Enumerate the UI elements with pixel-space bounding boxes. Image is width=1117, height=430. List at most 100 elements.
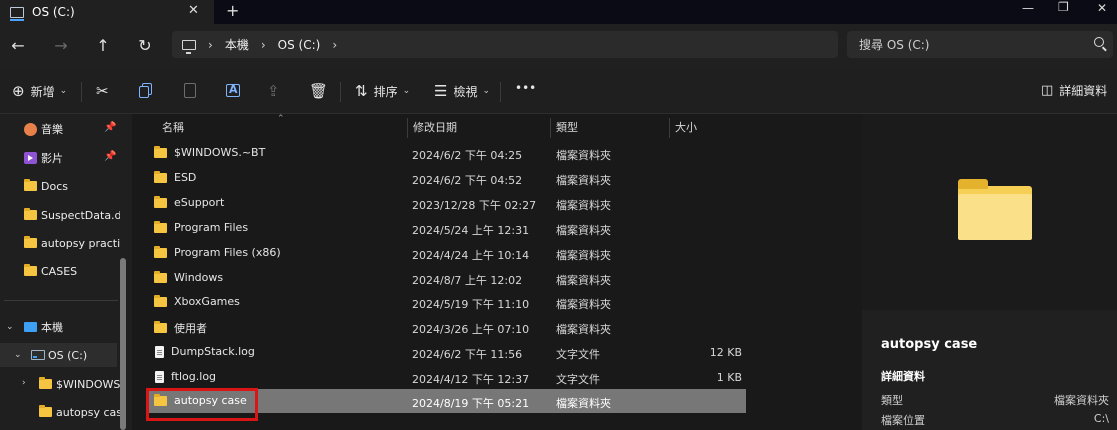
- folder-icon: [154, 220, 167, 233]
- navigation-pane: 音樂 📌 影片 📌 Docs SuspectData.dc autopsy pr…: [0, 114, 132, 430]
- tab-strip: OS (C:) ✕ + — ❐ ✕: [0, 0, 1117, 24]
- minimize-button[interactable]: —: [1022, 1, 1034, 15]
- search-icon[interactable]: [1094, 37, 1104, 47]
- sidebar-item-this-pc[interactable]: ⌄ 本機: [0, 315, 120, 339]
- drive-icon: [31, 350, 45, 360]
- close-tab-icon[interactable]: ✕: [188, 3, 199, 18]
- file-row[interactable]: 使用者 2024/3/26 上午 07:10 檔案資料夾: [146, 315, 746, 339]
- refresh-button[interactable]: ↻: [135, 36, 155, 55]
- column-header-name[interactable]: 名稱: [157, 114, 407, 140]
- rename-button[interactable]: A: [224, 82, 242, 100]
- rename-icon-letter: A: [229, 83, 238, 96]
- file-row[interactable]: Program Files (x86) 2024/4/24 上午 10:14 檔…: [146, 241, 746, 265]
- list-view-icon: ☰: [434, 82, 448, 100]
- sidebar-item-os-c[interactable]: ⌄ OS (C:): [0, 343, 117, 367]
- sidebar-item-label: OS (C:): [48, 348, 88, 362]
- file-modified: 2024/3/26 上午 07:10: [412, 323, 530, 336]
- details-pane-icon: ◫: [1041, 83, 1054, 98]
- sidebar-item-label: $WINDOWS: [56, 377, 120, 391]
- details-pane-button[interactable]: ◫ 詳細資料: [1041, 82, 1107, 99]
- more-options-button[interactable]: •••: [515, 81, 536, 95]
- monitor-icon: [24, 322, 37, 332]
- sidebar-item-videos[interactable]: 影片 📌: [0, 146, 120, 170]
- search-box[interactable]: [847, 31, 1113, 58]
- file-type: 檔案資料夾: [556, 397, 611, 410]
- up-button[interactable]: ↑: [93, 36, 113, 55]
- folder-icon: [24, 236, 37, 248]
- tab-os-c[interactable]: OS (C:) ✕: [0, 0, 214, 24]
- file-modified: 2024/4/12 下午 12:37: [412, 373, 530, 386]
- paste-icon: [184, 83, 196, 98]
- sidebar-item-music[interactable]: 音樂 📌: [0, 117, 120, 141]
- scissors-icon: ✂: [96, 82, 109, 100]
- chevron-down-icon[interactable]: ⌄: [6, 322, 14, 332]
- sidebar-scrollbar[interactable]: [120, 258, 126, 430]
- sidebar-item-autopsy-case[interactable]: autopsy case: [0, 400, 120, 424]
- music-icon: [24, 122, 37, 136]
- chevron-down-icon: ⌄: [59, 86, 68, 96]
- copy-button[interactable]: [138, 82, 156, 100]
- file-row[interactable]: Windows 2024/8/7 上午 12:02 檔案資料夾: [146, 266, 746, 290]
- computer-icon: [182, 39, 196, 54]
- share-icon: ⇪: [267, 82, 280, 100]
- details-prop-label: 檔案位置: [881, 414, 925, 427]
- folder-icon: [154, 321, 167, 333]
- file-name: Program Files: [174, 221, 249, 234]
- folder-icon: [154, 170, 167, 183]
- paste-button[interactable]: [181, 82, 199, 100]
- copy-icon-back: [139, 86, 149, 98]
- breadcrumb-this-pc[interactable]: 本機: [225, 36, 249, 53]
- file-type: 檔案資料夾: [556, 298, 611, 311]
- chevron-right-icon[interactable]: ›: [332, 38, 337, 52]
- sidebar-item-suspectdata[interactable]: SuspectData.dc: [0, 203, 120, 227]
- details-label: 詳細資料: [1059, 84, 1108, 98]
- file-list: ⌃ 名稱 修改日期 類型 大小 $WINDOWS.~BT 2024/6/2 下午…: [132, 114, 860, 430]
- folder-icon: [24, 264, 37, 276]
- sidebar-item-label: 影片: [41, 152, 63, 165]
- details-preview: [862, 114, 1117, 310]
- column-header-label: 修改日期: [413, 121, 457, 134]
- column-header-modified[interactable]: 修改日期: [408, 114, 550, 140]
- sidebar-item-label: 音樂: [41, 123, 63, 136]
- sidebar-item-windows-bt[interactable]: › $WINDOWS: [0, 372, 120, 396]
- address-bar[interactable]: › 本機 › OS (C:) ›: [172, 31, 838, 58]
- file-modified: 2024/8/19 下午 05:21: [412, 397, 530, 410]
- new-button[interactable]: ⊕ 新增 ⌄: [12, 82, 67, 100]
- details-prop-value: C:\: [1093, 412, 1109, 425]
- file-row[interactable]: ESD 2024/6/2 下午 04:52 檔案資料夾: [146, 166, 746, 190]
- file-row[interactable]: eSupport 2023/12/28 下午 02:27 檔案資料夾: [146, 191, 746, 215]
- breadcrumb-drive[interactable]: OS (C:): [278, 38, 321, 52]
- sidebar-item-docs[interactable]: Docs: [0, 174, 120, 198]
- chevron-down-icon[interactable]: ⌄: [14, 350, 22, 360]
- file-row[interactable]: Program Files 2024/5/24 上午 12:31 檔案資料夾: [146, 216, 746, 240]
- close-window-button[interactable]: ✕: [1097, 1, 1107, 15]
- sidebar-item-label: autopsy case: [56, 405, 120, 419]
- forward-button[interactable]: →: [51, 36, 71, 55]
- cut-button[interactable]: ✂: [96, 82, 115, 100]
- sidebar-item-autopsy-practice[interactable]: autopsy practic: [0, 231, 120, 255]
- maximize-button[interactable]: ❐: [1058, 0, 1069, 14]
- sidebar-item-label: 本機: [41, 321, 63, 334]
- file-row[interactable]: $WINDOWS.~BT 2024/6/2 下午 04:25 檔案資料夾: [146, 141, 746, 165]
- new-tab-button[interactable]: +: [226, 1, 239, 20]
- folder-icon: [24, 208, 37, 220]
- folder-icon: [154, 245, 167, 258]
- share-button[interactable]: ⇪: [267, 82, 286, 100]
- delete-button[interactable]: 🗑: [309, 82, 334, 100]
- details-prop-value: 檔案資料夾: [1054, 394, 1109, 407]
- column-header-type[interactable]: 類型: [551, 114, 669, 140]
- file-row[interactable]: DumpStack.log 2024/6/2 下午 11:56 文字文件 12 …: [146, 340, 746, 364]
- back-button[interactable]: ←: [8, 36, 28, 55]
- file-row[interactable]: ftlog.log 2024/4/12 下午 12:37 文字文件 1 KB: [146, 365, 746, 389]
- view-button[interactable]: ☰ 檢視 ⌄: [434, 82, 490, 100]
- chevron-right-icon[interactable]: ›: [22, 378, 26, 388]
- file-row[interactable]: XboxGames 2024/5/19 下午 11:10 檔案資料夾: [146, 290, 746, 314]
- sort-button[interactable]: ⇅ 排序 ⌄: [355, 82, 410, 100]
- sidebar-divider: [4, 300, 118, 301]
- sidebar-item-cases[interactable]: CASES: [0, 259, 120, 283]
- file-name: XboxGames: [174, 295, 240, 308]
- drive-icon: [10, 6, 24, 21]
- file-type: 檔案資料夾: [556, 224, 611, 237]
- search-input[interactable]: [859, 37, 1079, 52]
- column-header-size[interactable]: 大小: [670, 114, 750, 140]
